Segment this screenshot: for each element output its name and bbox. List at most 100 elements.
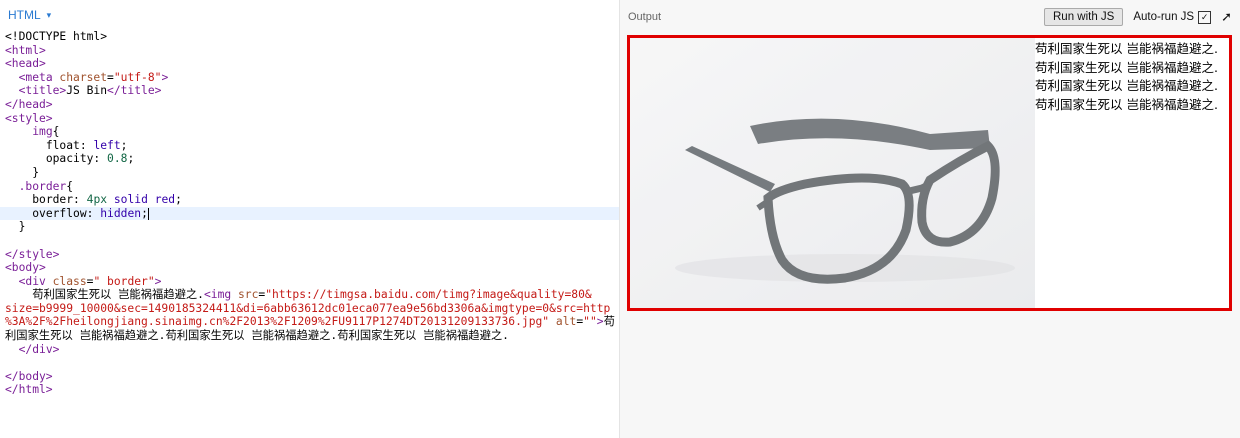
code-token: 苟利国家生死以 岂能祸福趋避之. <box>5 288 204 302</box>
code-token: <img <box>203 288 238 302</box>
code-token: <html> <box>5 43 46 57</box>
autorun-toggle[interactable]: Auto-run JS ✓ <box>1133 10 1212 24</box>
code-token: = <box>107 70 114 84</box>
code-token: { <box>52 125 60 139</box>
code-line[interactable]: <div class=" border"> <box>0 275 619 289</box>
code-token: <style> <box>5 111 53 125</box>
code-line[interactable]: </head> <box>0 98 619 112</box>
code-line[interactable]: border: 4px solid red; <box>0 193 619 207</box>
code-token: </title> <box>107 84 162 98</box>
code-token: : <box>73 193 87 207</box>
autorun-checkbox[interactable]: ✓ <box>1198 10 1212 24</box>
code-token: charset <box>59 70 108 84</box>
code-token: : <box>79 138 94 152</box>
code-line[interactable]: img{ <box>0 125 619 139</box>
code-line[interactable]: </style> <box>0 248 619 262</box>
code-line[interactable] <box>0 356 619 370</box>
code-line[interactable]: <style> <box>0 112 619 126</box>
code-token: } <box>5 220 26 234</box>
code-token: } <box>5 165 40 179</box>
code-token: <meta <box>18 70 60 84</box>
code-token: img <box>32 125 53 139</box>
code-token: alt <box>555 315 577 329</box>
dropdown-caret-icon: ▾ <box>46 9 52 20</box>
code-token: 苟 <box>603 315 615 329</box>
code-token: : <box>93 152 108 166</box>
code-editor-pane: HTML ▾ <!DOCTYPE html> <html> <head> <meta… <box>0 0 620 438</box>
code-token: <body> <box>5 261 46 275</box>
code-token: : <box>86 206 101 220</box>
bordered-div: 苟利国家生死以 岂能祸福趋避之. 苟利国家生死以 岂能祸福趋避之. 苟利国家生死以 … <box>627 35 1232 311</box>
code-line[interactable]: size=b9999_10000&sec=1490185324411&di=6a… <box>0 302 619 316</box>
language-selector[interactable]: HTML ▾ <box>8 8 51 22</box>
code-line[interactable]: } <box>0 220 619 234</box>
code-token: .border <box>18 179 67 193</box>
code-token: ; <box>127 152 135 166</box>
code-token: > <box>161 70 169 84</box>
text-cursor <box>147 207 149 220</box>
code-line[interactable]: </body> <box>0 370 619 384</box>
code-token: opacity <box>45 152 94 166</box>
code-line[interactable]: </div> <box>0 343 619 357</box>
code-line[interactable]: <!DOCTYPE html> <box>0 30 619 44</box>
code-line[interactable]: float: left; <box>0 139 619 153</box>
code-token: %3A%2F%2Fheilongjiang.sinaimg.cn%2F2013%… <box>5 315 550 329</box>
code-line[interactable]: .border{ <box>0 180 619 194</box>
code-token: </style> <box>5 247 60 261</box>
code-line[interactable]: } <box>0 166 619 180</box>
code-token: <title> <box>18 84 67 98</box>
code-line[interactable]: 苟利国家生死以 岂能祸福趋避之.<img src="https://timgsa… <box>0 288 619 302</box>
code-line[interactable]: opacity: 0.8; <box>0 152 619 166</box>
code-token: ; <box>120 138 128 152</box>
code-token: "" <box>583 315 597 329</box>
run-with-js-button[interactable]: Run with JS <box>1044 8 1124 26</box>
code-token: left <box>93 138 121 152</box>
code-token: class <box>52 274 87 288</box>
code-token: </body> <box>5 369 53 383</box>
code-line[interactable] <box>0 234 619 248</box>
output-pane: Output Run with JS Auto-run JS ✓ ➚ 苟利国家生… <box>620 0 1240 438</box>
code-token: > <box>154 274 162 288</box>
code-line[interactable]: <html> <box>0 44 619 58</box>
code-token: red <box>154 193 176 207</box>
code-line[interactable]: <body> <box>0 261 619 275</box>
code-token: <!DOCTYPE html> <box>5 30 108 43</box>
code-token: border <box>32 193 74 207</box>
code-line[interactable]: overflow: hidden; <box>0 206 619 221</box>
code-line[interactable]: 利国家生死以 岂能祸福趋避之.苟利国家生死以 岂能祸福趋避之.苟利国家生死以 岂… <box>0 329 619 343</box>
language-label: HTML <box>8 8 41 22</box>
code-token: hidden <box>100 206 142 220</box>
output-title: Output <box>628 11 662 23</box>
code-token: " border" <box>93 274 155 288</box>
code-token: <div <box>18 274 53 288</box>
glasses-image <box>630 38 1035 308</box>
code-token: { <box>66 179 74 193</box>
code-token: overflow <box>32 206 87 220</box>
code-line[interactable]: <title>JS Bin</title> <box>0 84 619 98</box>
code-token: JS Bin <box>66 84 108 98</box>
code-area[interactable]: <!DOCTYPE html> <html> <head> <meta charse… <box>0 30 619 397</box>
code-token: ; <box>141 206 148 220</box>
autorun-label: Auto-run JS <box>1133 11 1195 23</box>
code-token: "https://timgsa.baidu.com/timg?image&qua… <box>265 288 592 302</box>
code-line[interactable]: </html> <box>0 383 619 397</box>
code-token: </div> <box>18 342 60 356</box>
code-token: ; <box>175 193 182 207</box>
code-token: 4px <box>86 193 108 207</box>
popout-arrow-icon[interactable]: ➚ <box>1221 9 1232 25</box>
code-line[interactable]: <meta charset="utf-8"> <box>0 71 619 85</box>
output-header: Output Run with JS Auto-run JS ✓ ➚ <box>620 0 1240 34</box>
code-line[interactable]: %3A%2F%2Fheilongjiang.sinaimg.cn%2F2013%… <box>0 315 619 329</box>
code-line[interactable]: <head> <box>0 57 619 71</box>
editor-header: HTML ▾ <box>0 0 619 30</box>
